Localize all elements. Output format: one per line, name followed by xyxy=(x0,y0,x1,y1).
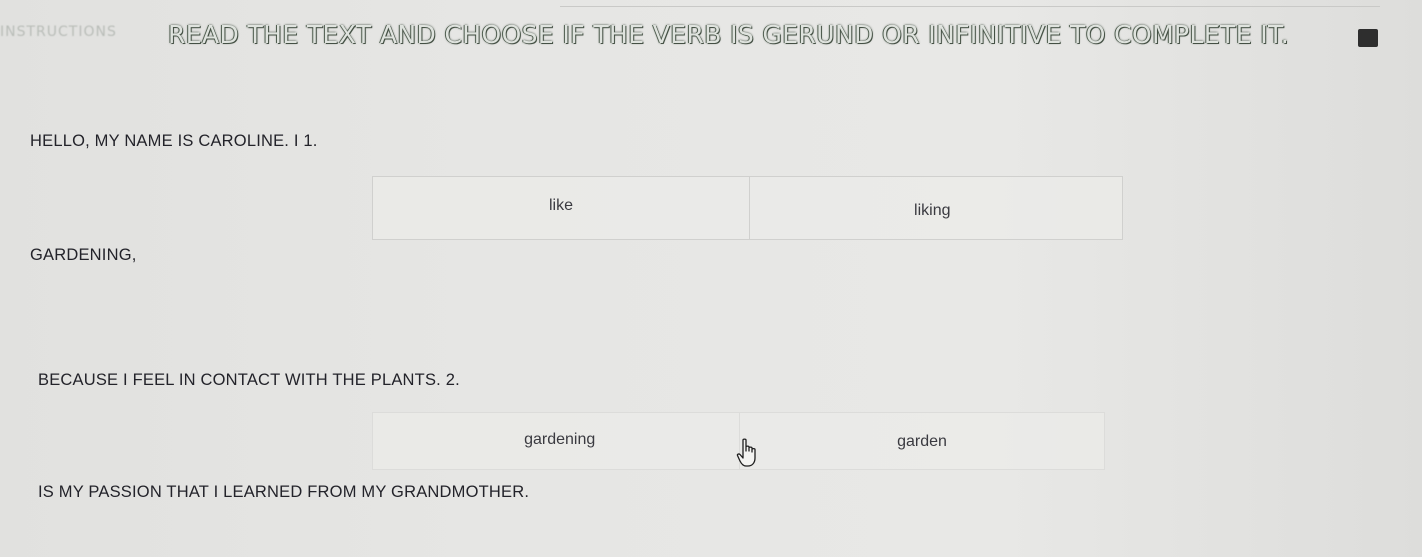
top-divider xyxy=(560,6,1380,7)
option-liking[interactable]: liking xyxy=(749,176,1123,240)
option-gardening[interactable]: gardening xyxy=(372,412,740,470)
passage-line-2: GARDENING, xyxy=(30,246,137,264)
option-like[interactable]: like xyxy=(372,176,750,240)
passage-line-4: IS MY PASSION THAT I LEARNED FROM MY GRA… xyxy=(38,483,530,501)
instruction-prefix: INSTRUCTIONS xyxy=(0,24,117,40)
instruction-end-marker xyxy=(1358,29,1378,47)
option-liking-label: liking xyxy=(914,202,951,219)
instruction-banner: INSTRUCTIONS READ THE TEXT AND CHOOSE IF… xyxy=(0,16,1422,60)
passage-line-3: BECAUSE I FEEL IN CONTACT WITH THE PLANT… xyxy=(38,371,460,389)
option-gardening-label: gardening xyxy=(524,431,596,448)
hand-pointer-icon xyxy=(736,438,760,468)
instruction-text: READ THE TEXT AND CHOOSE IF THE VERB IS … xyxy=(168,20,1290,49)
passage-line-1: HELLO, MY NAME IS CAROLINE. I 1. xyxy=(30,132,318,150)
option-garden-label: garden xyxy=(897,433,947,450)
question-1-options: like liking xyxy=(372,176,1123,240)
option-garden[interactable]: garden xyxy=(739,412,1105,470)
option-like-label: like xyxy=(548,197,574,214)
